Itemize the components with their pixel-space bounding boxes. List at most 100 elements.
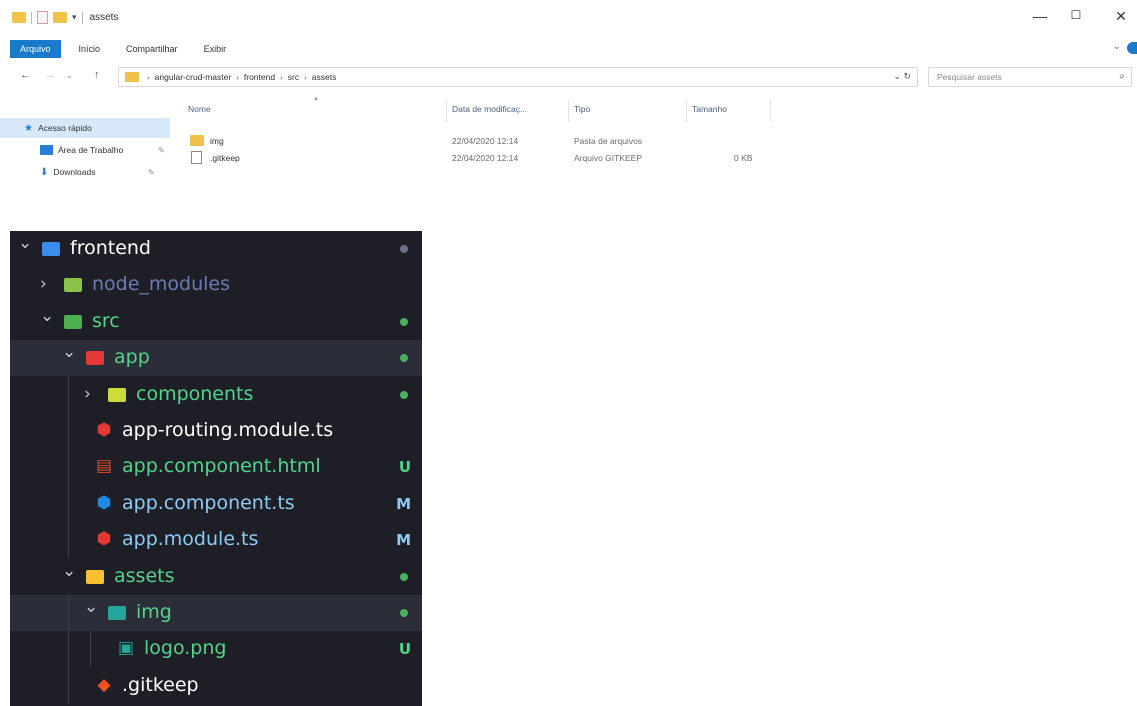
tree-item-label: logo.png: [144, 637, 227, 660]
tree-file-item[interactable]: ◆ .gitkeep: [10, 667, 422, 704]
breadcrumb-chevron-icon[interactable]: ›: [236, 73, 239, 82]
properties-icon[interactable]: [37, 11, 48, 24]
chevron-right-icon[interactable]: ›: [84, 384, 91, 404]
column-header-type[interactable]: Tipo: [574, 104, 590, 114]
tree-file-item[interactable]: ⬢ app.component.ts M: [10, 485, 422, 522]
chevron-down-icon[interactable]: ⌄: [62, 561, 76, 581]
git-status-dot: [400, 609, 408, 617]
git-status-dot: [400, 245, 408, 253]
close-button[interactable]: ✕: [1101, 8, 1137, 25]
refresh-icon[interactable]: ⌄ ↻: [893, 71, 911, 82]
maximize-button[interactable]: ☐: [1056, 8, 1096, 22]
help-icon[interactable]: [1127, 42, 1137, 54]
column-header-size[interactable]: Tamanho: [692, 104, 727, 114]
nav-item-downloads[interactable]: ⬇ Downloads: [0, 162, 170, 182]
new-folder-icon[interactable]: [53, 12, 67, 23]
column-header-date[interactable]: Data de modificaç...: [452, 104, 527, 114]
tree-item-label: img: [136, 601, 172, 623]
file-explorer-window: ▾ assets — ☐ ✕ Arquivo Início Compartilh…: [0, 0, 1137, 200]
file-type: Arquivo GITKEEP: [574, 153, 643, 163]
tree-file-item[interactable]: ⬢ app.module.ts M: [10, 522, 422, 559]
git-status-dot: [400, 354, 408, 363]
recent-locations-icon[interactable]: ⌄: [66, 71, 73, 80]
breadcrumb-chevron-icon[interactable]: ›: [147, 73, 150, 82]
tree-item-label: app: [114, 346, 150, 369]
tree-file-item[interactable]: ▤ app.component.html U: [10, 449, 422, 486]
tree-folder-item[interactable]: ⌄ img: [10, 595, 422, 631]
forward-arrow-icon[interactable]: →: [44, 69, 55, 81]
column-divider[interactable]: [568, 100, 569, 122]
file-modified: 22/04/2020 12:14: [452, 153, 519, 163]
angular-icon: ⬢: [96, 492, 112, 513]
git-status-dot: [400, 317, 408, 326]
tab-exibir[interactable]: Exibir: [194, 40, 237, 58]
nav-item-acesso-rapido[interactable]: ★ Acesso rápido: [0, 118, 170, 138]
file-row[interactable]: img 22/04/2020 12:14 Pasta de arquivos: [180, 134, 880, 150]
nav-item-label: Acesso rápido: [37, 123, 92, 133]
tree-folder-item[interactable]: ⌄ assets: [10, 559, 422, 595]
search-placeholder: Pesquisar assets: [937, 72, 1002, 82]
tree-item-label: node_modules: [92, 273, 231, 296]
separator: [81, 11, 83, 24]
file-row[interactable]: .gitkeep 22/04/2020 12:14 Arquivo GITKEE…: [180, 151, 880, 167]
minimize-button[interactable]: —: [1020, 8, 1060, 24]
column-header-name[interactable]: Nome: [188, 104, 211, 114]
tab-inicio[interactable]: Início: [69, 40, 111, 58]
breadcrumb-chevron-icon[interactable]: ›: [304, 73, 307, 82]
indent-guide: [68, 631, 69, 668]
chevron-right-icon[interactable]: ›: [40, 274, 47, 294]
ribbon-collapse-icon[interactable]: ⌄: [1113, 41, 1121, 52]
address-bar[interactable]: › angular-crud-master › frontend › src ›…: [118, 67, 918, 87]
tab-compartilhar[interactable]: Compartilhar: [116, 40, 188, 58]
image-icon: ▣: [117, 638, 135, 659]
breadcrumb-item[interactable]: frontend: [244, 72, 275, 82]
html-icon: ▤: [95, 456, 113, 477]
git-status-badge: U: [398, 640, 411, 659]
pin-icon[interactable]: ✎: [158, 146, 165, 155]
search-icon[interactable]: ⌕: [1119, 71, 1125, 82]
back-arrow-icon[interactable]: ←: [20, 69, 31, 81]
tree-file-item[interactable]: ▣ logo.png U: [10, 631, 422, 668]
up-arrow-icon[interactable]: ↑: [94, 69, 100, 81]
indent-guide: [68, 522, 69, 559]
angular-icon: ⬢: [96, 529, 112, 550]
breadcrumb-chevron-icon[interactable]: ›: [280, 73, 283, 82]
chevron-down-icon[interactable]: ⌄: [84, 597, 98, 617]
tree-file-item[interactable]: ⬢ app-routing.module.ts: [10, 413, 422, 449]
customize-toolbar-icon[interactable]: ▾: [72, 12, 77, 23]
tab-arquivo[interactable]: Arquivo: [10, 40, 61, 58]
tree-item-label: app.component.html: [122, 455, 321, 478]
folder-icon: [108, 387, 126, 402]
search-input[interactable]: Pesquisar assets ⌕: [928, 67, 1132, 87]
chevron-down-icon[interactable]: ⌄: [62, 342, 76, 362]
column-divider[interactable]: [770, 100, 771, 122]
column-divider[interactable]: [446, 100, 447, 122]
nav-item-area-de-trabalho[interactable]: Área de Trabalho: [0, 140, 170, 160]
git-status-dot: [400, 572, 408, 581]
breadcrumb-item[interactable]: assets: [312, 72, 337, 82]
nav-item-label: Área de Trabalho: [58, 145, 124, 155]
breadcrumb-item[interactable]: src: [288, 72, 299, 82]
folder-icon[interactable]: [12, 12, 26, 23]
git-status-badge: U: [398, 458, 411, 477]
git-status-badge: M: [396, 531, 411, 550]
tree-folder-item[interactable]: › components: [10, 376, 422, 413]
tree-folder-item[interactable]: ⌄ app: [10, 340, 422, 377]
column-divider[interactable]: [686, 100, 687, 122]
chevron-down-icon[interactable]: ⌄: [40, 306, 54, 326]
tree-folder-item[interactable]: ⌄ frontend: [10, 231, 422, 267]
title-bar: ▾ assets — ☐ ✕: [0, 0, 1137, 36]
pin-icon[interactable]: ✎: [148, 168, 155, 177]
indent-guide: [68, 667, 69, 704]
folder-icon: [64, 278, 82, 293]
tree-item-label: .gitkeep: [122, 673, 199, 696]
star-icon: ★: [24, 122, 33, 134]
file-icon: [191, 151, 202, 164]
breadcrumb-item[interactable]: angular-crud-master: [155, 72, 232, 82]
tree-folder-item[interactable]: ⌄ src: [10, 304, 422, 340]
chevron-down-icon[interactable]: ⌄: [18, 233, 32, 253]
tree-folder-item[interactable]: › node_modules: [10, 267, 422, 303]
file-size: 0 KB: [734, 153, 753, 163]
tree-item-label: app-routing.module.ts: [122, 419, 334, 441]
ribbon-tabs: Arquivo Início Compartilhar Exibir: [0, 38, 236, 60]
